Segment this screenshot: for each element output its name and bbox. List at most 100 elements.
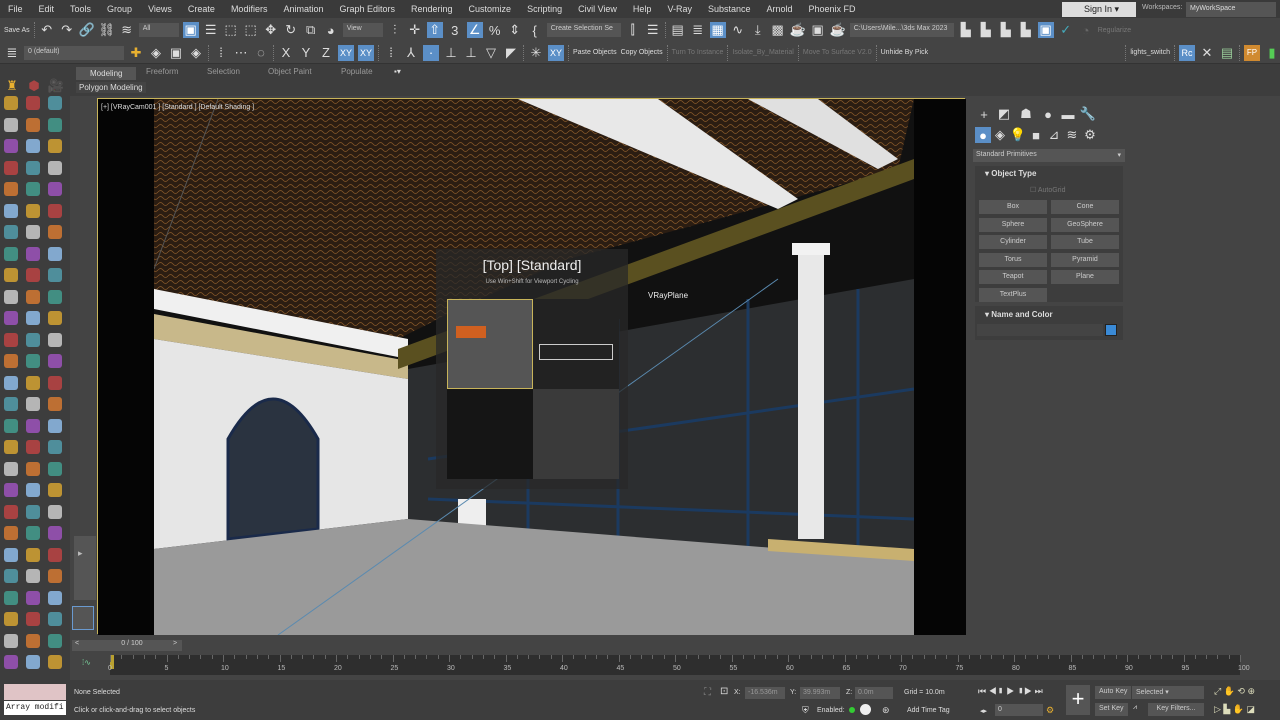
set-keyframe-button[interactable]: + (1066, 685, 1090, 715)
snap-options-icon[interactable]: ✳ (528, 45, 544, 61)
scale-icon[interactable]: ⧉ (303, 22, 319, 38)
manipulate-icon[interactable]: ✛ (407, 22, 423, 38)
set-key-button[interactable]: Set Key (1095, 703, 1128, 716)
save-as-button[interactable]: Save As (4, 27, 30, 34)
custom-tool-icon[interactable] (4, 225, 18, 239)
project-icon-4[interactable]: ▙ (1018, 22, 1034, 38)
custom-tool-icon[interactable] (26, 590, 40, 605)
custom-tool-icon[interactable] (48, 268, 62, 282)
y-coordinate-field[interactable]: 39.993m (800, 687, 840, 699)
custom-tool-icon[interactable] (48, 117, 62, 132)
custom-tool-icon[interactable] (4, 332, 18, 347)
spacewarps-icon[interactable]: ≋ (1064, 127, 1080, 143)
menu-group[interactable]: Group (99, 4, 140, 14)
custom-tool-icon[interactable] (26, 655, 40, 669)
custom-tool-icon[interactable] (26, 289, 40, 304)
custom-tool-icon[interactable] (48, 483, 62, 497)
script-move-to-surface[interactable]: Move To Surface V2.0 (803, 49, 872, 56)
lights-category-icon[interactable]: 💡 (1010, 127, 1026, 143)
primitive-box-button[interactable]: Box (979, 200, 1047, 214)
viewport-layout-thumb[interactable] (72, 606, 94, 630)
custom-tool-icon[interactable] (48, 633, 62, 648)
curve-editor-mini-icon[interactable]: ⁞∿ (82, 658, 91, 667)
menu-scripting[interactable]: Scripting (519, 4, 570, 14)
snap-grid-icon[interactable]: ⁞ (383, 45, 399, 61)
custom-tool-icon[interactable] (48, 354, 62, 368)
custom-tool-icon[interactable] (4, 633, 18, 648)
custom-tool-icon[interactable] (48, 289, 62, 304)
script-paste-objects[interactable]: Paste Objects (573, 49, 617, 56)
systems-icon[interactable]: ⚙ (1082, 127, 1098, 143)
rotate-icon[interactable]: ↻ (283, 22, 299, 38)
custom-tool-icon[interactable] (48, 246, 62, 261)
custom-tool-icon[interactable] (48, 203, 62, 218)
custom-tool-icon[interactable] (26, 547, 40, 562)
custom-tool-icon[interactable] (26, 633, 40, 648)
fp-icon[interactable]: FP (1244, 44, 1260, 61)
render-setup-icon[interactable]: ☕ (790, 22, 806, 38)
maxscript-listener-output[interactable] (4, 684, 66, 700)
custom-tool-icon[interactable] (26, 139, 40, 153)
layer-dropdown[interactable]: 0 (default) (24, 45, 124, 60)
menu-v-ray[interactable]: V-Ray (659, 4, 700, 14)
time-slider[interactable]: < 0 / 100 > (72, 638, 1280, 652)
thumb-camera[interactable] (533, 389, 619, 479)
custom-tool-icon[interactable] (4, 504, 18, 519)
utilities-tab-icon[interactable]: 🔧 (1080, 106, 1096, 122)
menu-edit[interactable]: Edit (31, 4, 63, 14)
autogrid-checkbox[interactable]: ☐ AutoGrid (1030, 186, 1065, 194)
add-to-layer-icon[interactable]: ◈ (148, 45, 164, 61)
schematic-icon[interactable]: ⤓ (750, 22, 766, 38)
custom-tool-icon[interactable] (4, 655, 18, 669)
time-prev-button[interactable]: < (72, 640, 82, 651)
custom-tool-icon[interactable] (4, 590, 18, 605)
primitive-teapot-button[interactable]: Teapot (979, 270, 1047, 285)
axis-xy-cycle[interactable]: XY (358, 44, 374, 61)
menu-file[interactable]: File (0, 4, 31, 14)
placement-icon[interactable]: ◕ (323, 22, 339, 38)
time-next-button[interactable]: > (170, 640, 180, 651)
menu-rendering[interactable]: Rendering (403, 4, 461, 14)
ribbon-options-icon[interactable]: ▪▾ (394, 67, 401, 76)
key-tangent-icon[interactable]: ⩘ (1133, 704, 1137, 712)
custom-tool-icon[interactable] (48, 332, 62, 347)
add-time-tag-button[interactable]: Add Time Tag (907, 707, 950, 714)
save-icon[interactable]: ▣ (1037, 22, 1054, 38)
motion-tab-icon[interactable]: ● (1040, 106, 1056, 122)
display-tab-icon[interactable]: ▬ (1060, 106, 1076, 122)
snapshot-icon[interactable]: ◌ (253, 45, 269, 61)
custom-tool-icon[interactable] (26, 418, 40, 433)
cameras-icon[interactable]: ■ (1028, 127, 1044, 143)
project-path-dropdown[interactable]: C:\Users\Mile...\3ds Max 2023 (849, 23, 954, 37)
plugin-icon[interactable]: ▮ (1264, 45, 1280, 61)
custom-tool-icon[interactable] (4, 139, 18, 153)
workspace-select[interactable]: MyWorkSpace (1186, 2, 1276, 17)
select-by-name-icon[interactable]: ☰ (203, 22, 219, 38)
custom-tool-icon[interactable] (48, 311, 62, 325)
project-icon-1[interactable]: ▙ (958, 22, 974, 38)
create-tab-icon[interactable]: + (976, 106, 992, 122)
custom-tool-icon[interactable] (4, 160, 18, 175)
custom-tool-icon[interactable] (26, 246, 40, 261)
redo-icon[interactable]: ↷ (59, 22, 75, 38)
primitive-textplus-button[interactable]: TextPlus (979, 288, 1047, 302)
menu-customize[interactable]: Customize (461, 4, 520, 14)
primitive-cylinder-button[interactable]: Cylinder (979, 235, 1047, 250)
current-frame-field[interactable]: 0 (995, 704, 1043, 716)
geometry-box-icon[interactable]: ⬢ (26, 78, 42, 94)
enabled-indicator[interactable] (849, 707, 855, 713)
custom-tool-icon[interactable] (48, 569, 62, 583)
custom-tool-icon[interactable] (4, 397, 18, 411)
custom-tool-icon[interactable] (26, 440, 40, 454)
script-turn-to-instance[interactable]: Turn To Instance (672, 49, 724, 56)
viewport-label-menu[interactable]: [+] [VRayCam001 ] [Standard ] [Default S… (101, 104, 254, 111)
menu-phoenix-fd[interactable]: Phoenix FD (801, 4, 864, 14)
project-icon-3[interactable]: ▙ (998, 22, 1014, 38)
custom-tool-icon[interactable] (26, 203, 40, 218)
custom-tool-icon[interactable] (48, 612, 62, 626)
custom-tool-icon[interactable] (48, 160, 62, 175)
name-color-header[interactable]: ▾ Name and Color (985, 310, 1053, 319)
axis-z[interactable]: Z (318, 45, 334, 61)
custom-tool-icon[interactable] (4, 547, 18, 562)
script-isolate-by-material[interactable]: Isolate_By_Material (732, 49, 793, 56)
